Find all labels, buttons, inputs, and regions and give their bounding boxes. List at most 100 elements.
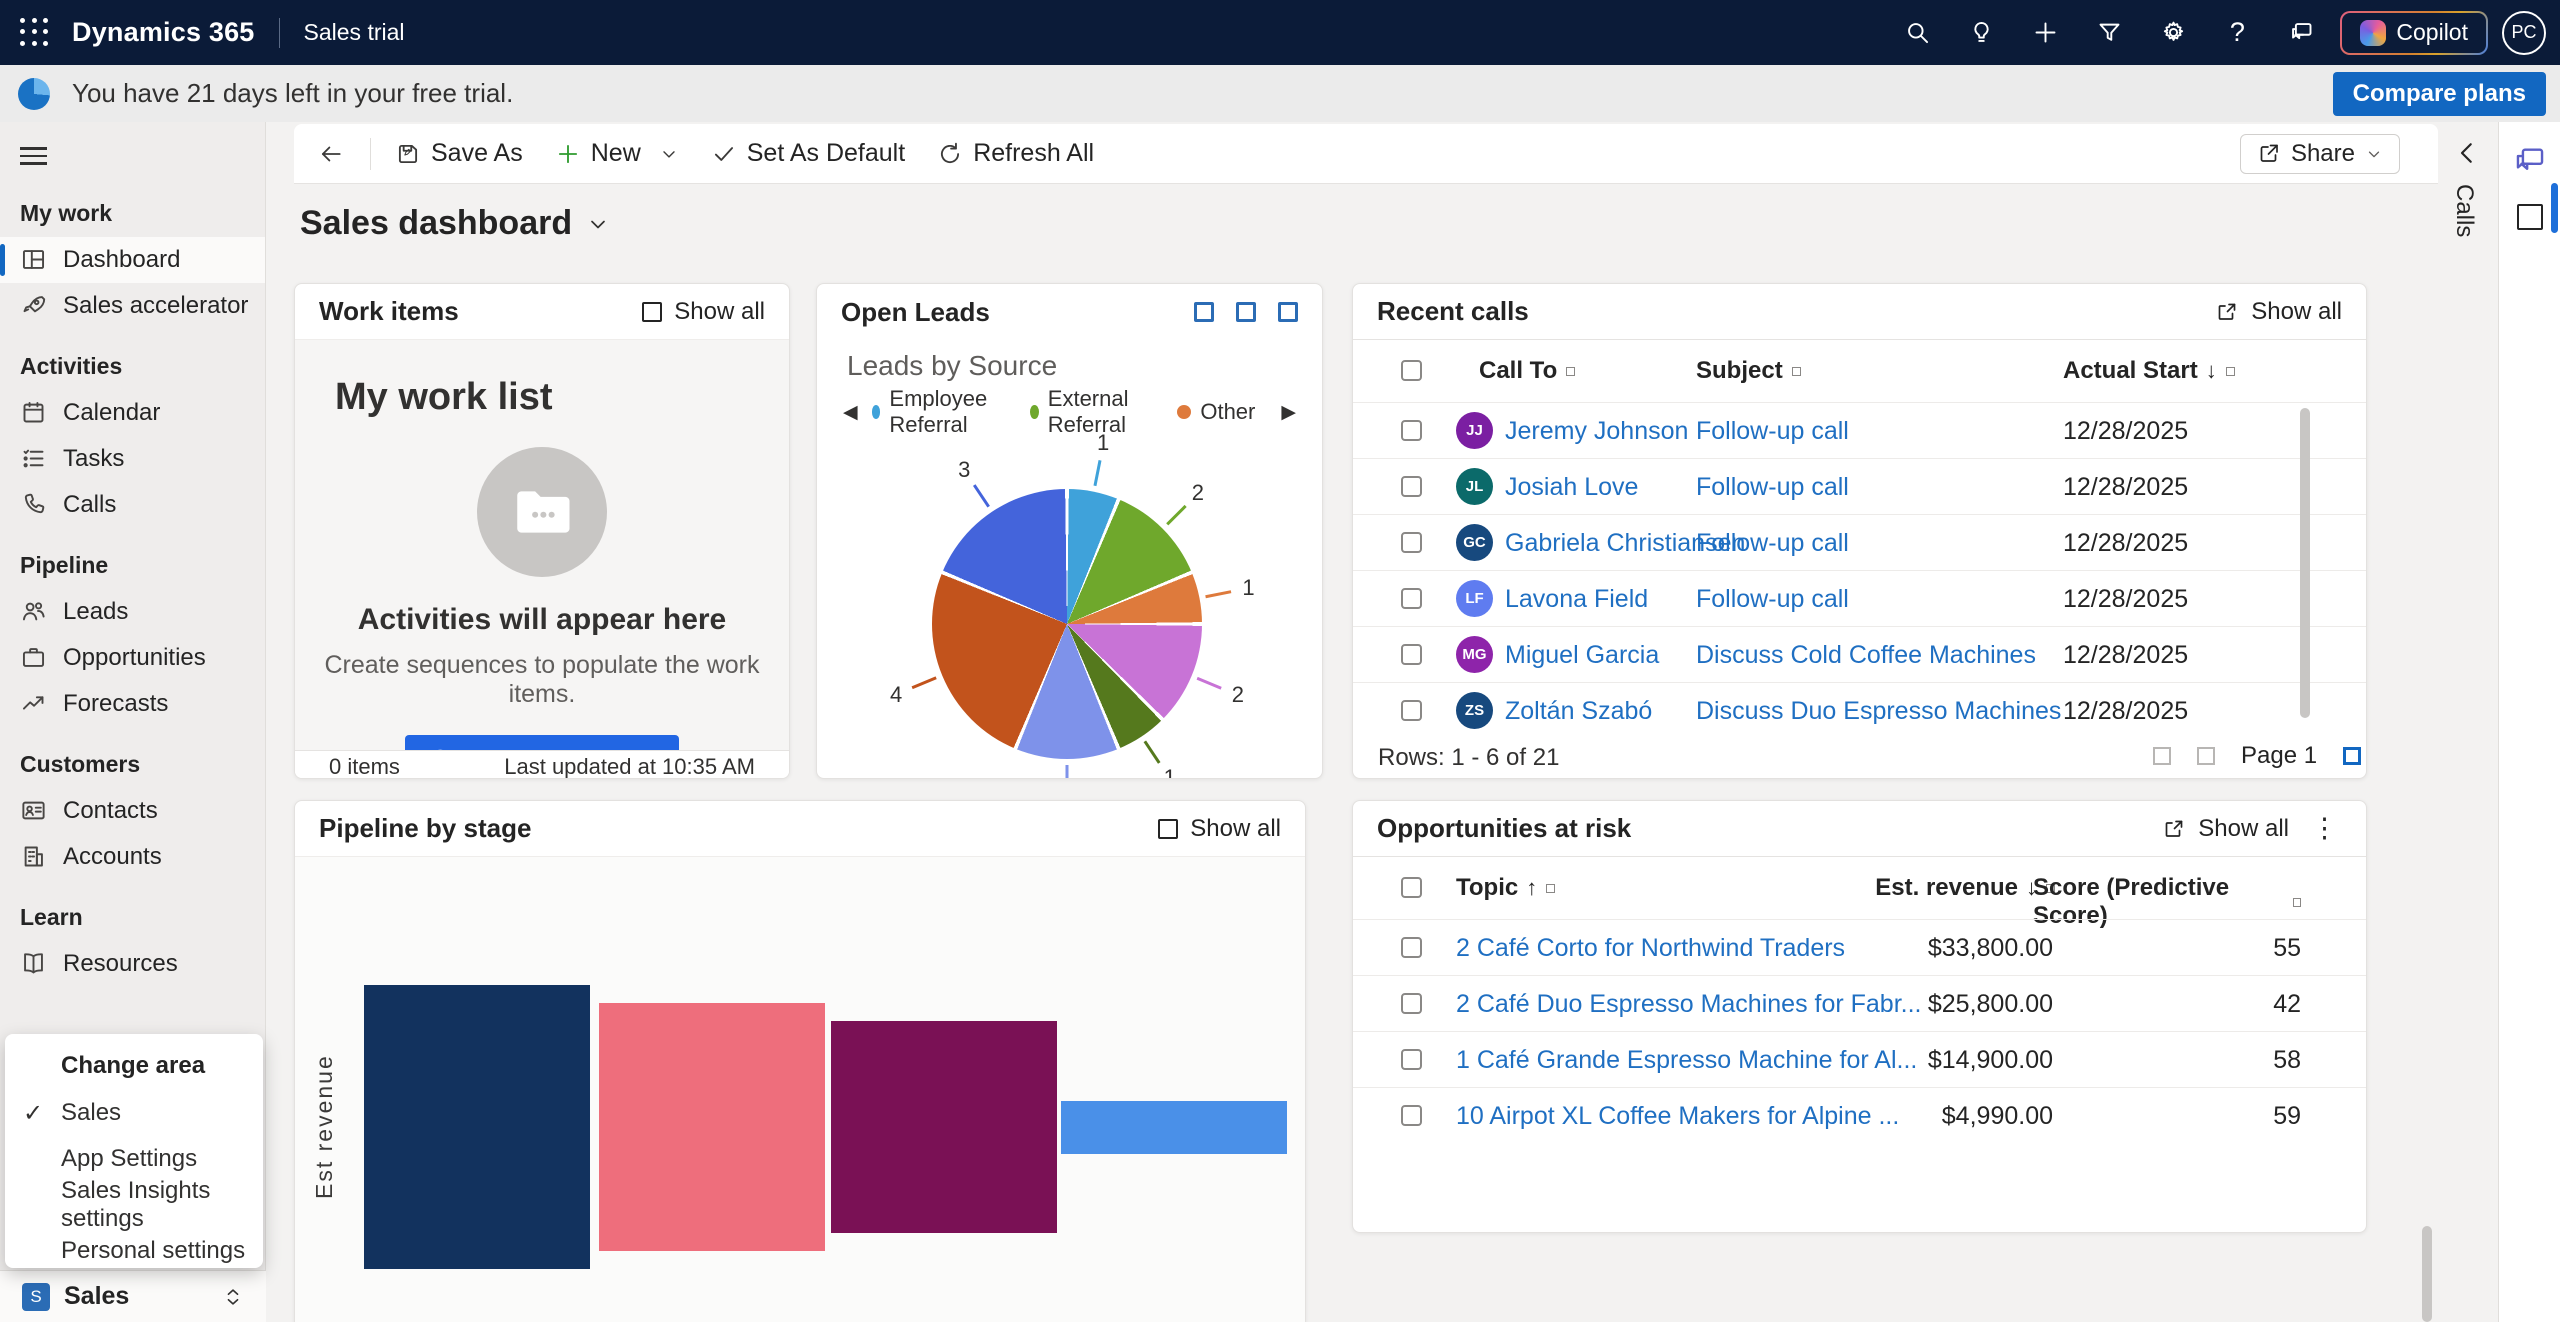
row-checkbox[interactable]: [1401, 532, 1422, 553]
widget-square-icon[interactable]: [2517, 204, 2543, 230]
row-checkbox[interactable]: [1401, 420, 1422, 441]
sidebar-item-contacts[interactable]: Contacts: [0, 788, 265, 834]
legend-next-icon[interactable]: ▶: [1281, 401, 1296, 424]
call-row[interactable]: ZSZoltán SzabóDiscuss Duo Espresso Machi…: [1353, 682, 2366, 738]
topic-link[interactable]: 2 Café Corto for Northwind Traders: [1456, 934, 1845, 963]
settings-gear-icon[interactable]: [2148, 8, 2198, 58]
sidebar-item-tasks[interactable]: Tasks: [0, 436, 265, 482]
subject-link[interactable]: Follow-up call: [1696, 473, 1849, 502]
sidebar-item-forecasts[interactable]: Forecasts: [0, 681, 265, 727]
pipeline-show-all[interactable]: Show all: [1158, 815, 1281, 843]
column-header-subject[interactable]: Subject: [1696, 357, 1801, 385]
legend-prev-icon[interactable]: ◀: [843, 401, 858, 424]
save-as-button[interactable]: Save As: [379, 132, 539, 176]
sidebar-item-calendar[interactable]: Calendar: [0, 390, 265, 436]
filter-icon[interactable]: [2084, 8, 2134, 58]
call-row[interactable]: LFLavona FieldFollow-up call12/28/2025: [1353, 570, 2366, 626]
row-checkbox[interactable]: [1401, 1049, 1422, 1070]
column-header-actual-start[interactable]: Actual Start↓: [2063, 357, 2235, 385]
chart-view-toggle-icon[interactable]: [1236, 302, 1256, 322]
compare-plans-button[interactable]: Compare plans: [2333, 72, 2546, 116]
row-checkbox[interactable]: [1401, 700, 1422, 721]
change-area-option-app-settings[interactable]: App Settings: [5, 1136, 263, 1182]
subject-link[interactable]: Follow-up call: [1696, 585, 1849, 614]
set-as-default-button[interactable]: Set As Default: [695, 132, 921, 176]
opportunity-row[interactable]: 2 Café Corto for Northwind Traders$33,80…: [1353, 919, 2366, 975]
pipeline-bar[interactable]: [364, 985, 590, 1269]
subject-link[interactable]: Discuss Duo Espresso Machines: [1696, 697, 2061, 726]
row-checkbox[interactable]: [1401, 476, 1422, 497]
recent-calls-show-all[interactable]: Show all: [2215, 298, 2342, 326]
topic-link[interactable]: 1 Café Grande Espresso Machine for Al...: [1456, 1046, 1917, 1075]
column-header-call-to[interactable]: Call To: [1479, 357, 1575, 385]
pipeline-bar[interactable]: [831, 1021, 1057, 1233]
column-header-topic[interactable]: Topic↑: [1456, 874, 1555, 902]
first-page-icon[interactable]: [2153, 747, 2171, 765]
back-button[interactable]: [294, 132, 362, 176]
refresh-all-button[interactable]: Refresh All: [921, 132, 1110, 176]
pipeline-bar[interactable]: [599, 1003, 825, 1251]
row-checkbox[interactable]: [1401, 588, 1422, 609]
change-area-option-sales-insights-settings[interactable]: Sales Insights settings: [5, 1182, 263, 1228]
call-to-link[interactable]: Zoltán Szabó: [1505, 697, 1652, 726]
area-switcher[interactable]: S Sales: [0, 1270, 266, 1322]
table-scrollbar[interactable]: [2300, 408, 2310, 718]
call-row[interactable]: MGMiguel GarciaDiscuss Cold Coffee Machi…: [1353, 626, 2366, 682]
sidebar-item-calls[interactable]: Calls: [0, 482, 265, 528]
topic-link[interactable]: 2 Café Duo Espresso Machines for Fabr...: [1456, 990, 1922, 1019]
work-items-show-all[interactable]: Show all: [642, 298, 765, 326]
opportunity-row[interactable]: 2 Café Duo Espresso Machines for Fabr...…: [1353, 975, 2366, 1031]
row-checkbox[interactable]: [1401, 644, 1422, 665]
calls-pane-tab[interactable]: Calls: [2450, 184, 2478, 237]
copilot-button[interactable]: Copilot: [2340, 11, 2488, 55]
quick-create-plus-icon[interactable]: [2020, 8, 2070, 58]
leads-pie-chart[interactable]: 12121243: [817, 424, 1322, 774]
more-options-kebab-icon[interactable]: ⋮: [2307, 813, 2342, 844]
topic-link[interactable]: 10 Airpot XL Coffee Makers for Alpine ..…: [1456, 1102, 1899, 1131]
call-row[interactable]: JLJosiah LoveFollow-up call12/28/2025: [1353, 458, 2366, 514]
search-icon[interactable]: [1892, 8, 1942, 58]
column-header-est-revenue[interactable]: Est. revenue↓: [1873, 874, 2055, 902]
select-all-checkbox[interactable]: [1401, 360, 1422, 381]
sidebar-item-sales-accelerator[interactable]: Sales accelerator: [0, 283, 265, 329]
user-avatar[interactable]: PC: [2502, 11, 2546, 55]
expand-pane-chevron-icon[interactable]: [2452, 138, 2482, 168]
subject-link[interactable]: Follow-up call: [1696, 529, 1849, 558]
subject-link[interactable]: Follow-up call: [1696, 417, 1849, 446]
pipeline-bar[interactable]: [1061, 1101, 1287, 1154]
change-area-option-sales[interactable]: ✓ Sales: [5, 1090, 263, 1136]
row-checkbox[interactable]: [1401, 937, 1422, 958]
main-scrollbar[interactable]: [2422, 1226, 2432, 1322]
row-checkbox[interactable]: [1401, 1105, 1422, 1126]
row-checkbox[interactable]: [1401, 993, 1422, 1014]
change-area-option-personal-settings[interactable]: Personal settings: [5, 1228, 263, 1274]
waffle-menu-icon[interactable]: [20, 18, 50, 48]
call-row[interactable]: GCGabriela ChristiansenFollow-up call12/…: [1353, 514, 2366, 570]
sidebar-item-accounts[interactable]: Accounts: [0, 834, 265, 880]
sidebar-item-resources[interactable]: Resources: [0, 941, 265, 987]
pipeline-chart[interactable]: Est revenue Pipeline Phase: [295, 857, 1305, 1322]
share-button[interactable]: Share: [2240, 134, 2400, 174]
lightbulb-icon[interactable]: [1956, 8, 2006, 58]
teams-chat-icon[interactable]: [2513, 144, 2547, 178]
opportunity-row[interactable]: 1 Café Grande Espresso Machine for Al...…: [1353, 1031, 2366, 1087]
select-all-checkbox[interactable]: [1401, 877, 1422, 898]
opportunity-row[interactable]: 10 Airpot XL Coffee Makers for Alpine ..…: [1353, 1087, 2366, 1143]
chart-view-toggle-icon[interactable]: [1194, 302, 1214, 322]
sidebar-item-opportunities[interactable]: Opportunities: [0, 635, 265, 681]
rail-scrollbar[interactable]: [2551, 183, 2558, 233]
call-row[interactable]: JJJeremy JohnsonFollow-up call12/28/2025: [1353, 402, 2366, 458]
chart-view-toggle-icon[interactable]: [1278, 302, 1298, 322]
hamburger-menu-icon[interactable]: [0, 122, 265, 176]
new-button[interactable]: New: [539, 132, 695, 176]
call-to-link[interactable]: Miguel Garcia: [1505, 641, 1659, 670]
help-icon[interactable]: ?: [2212, 8, 2262, 58]
sidebar-item-leads[interactable]: Leads: [0, 589, 265, 635]
sidebar-item-dashboard[interactable]: Dashboard: [0, 237, 265, 283]
call-to-link[interactable]: Jeremy Johnson: [1505, 417, 1688, 446]
call-to-link[interactable]: Josiah Love: [1505, 473, 1638, 502]
dashboard-selector[interactable]: Sales dashboard: [300, 204, 610, 243]
call-to-link[interactable]: Lavona Field: [1505, 585, 1648, 614]
prev-page-icon[interactable]: [2197, 747, 2215, 765]
feedback-chat-icon[interactable]: [2276, 8, 2326, 58]
